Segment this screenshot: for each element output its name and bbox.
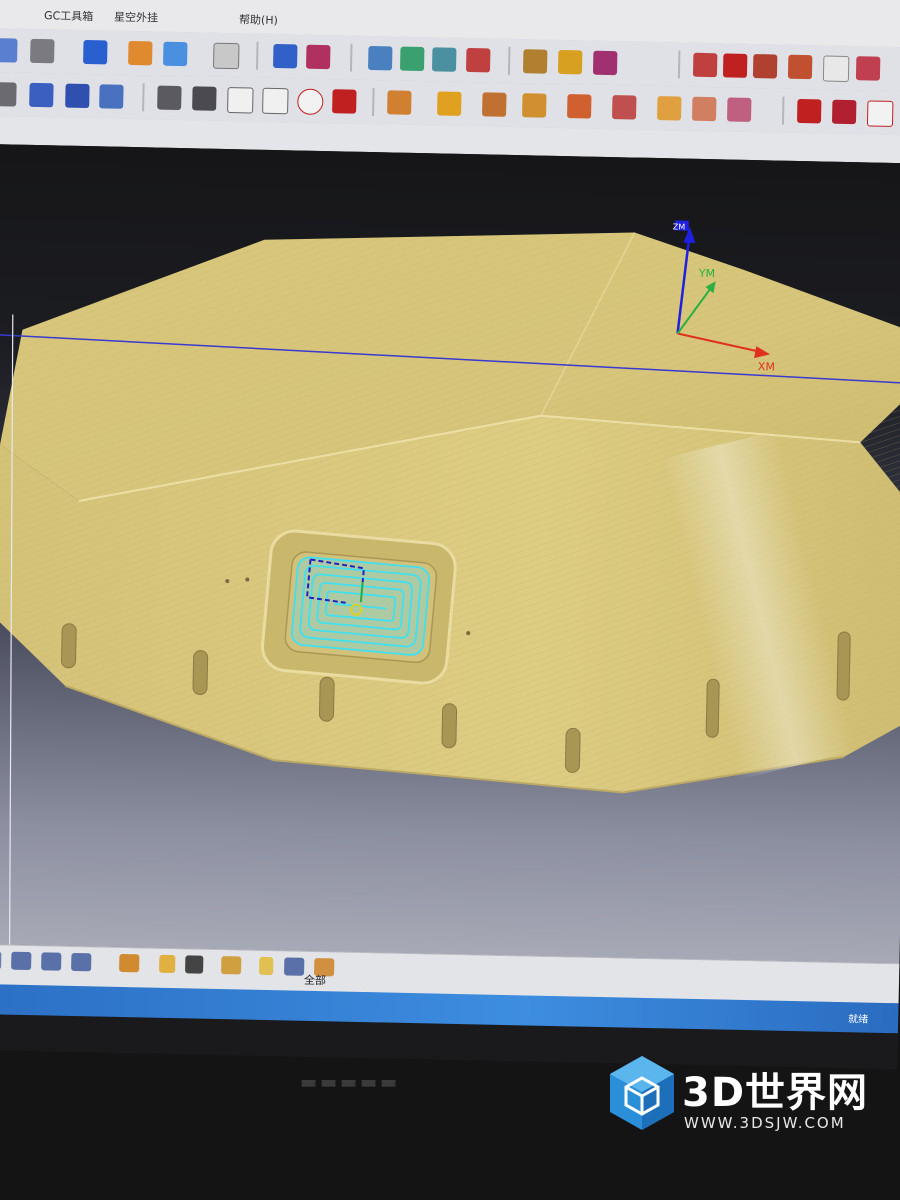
mill-flowcut-icon[interactable] <box>726 97 752 122</box>
cube-logo-icon <box>610 1056 674 1130</box>
menu-item-xingkong-plugin[interactable]: 星空外挂 <box>114 9 158 26</box>
monitor-brand-logo: ▬▬▬▬▬ <box>300 1072 401 1093</box>
assembly-icon[interactable] <box>367 45 393 71</box>
menu-item-gc-toolbox[interactable]: GC工具箱 <box>44 7 94 24</box>
selection-filter-label[interactable]: 全部 <box>304 972 326 988</box>
axis-label-z: ZM <box>673 222 686 231</box>
measure-icon[interactable] <box>465 47 491 73</box>
wrench-icon[interactable] <box>557 49 583 75</box>
mirror-icon[interactable] <box>399 46 425 72</box>
target-icon[interactable] <box>297 88 324 116</box>
point-icon[interactable] <box>159 954 176 974</box>
snap-icon[interactable] <box>41 952 62 971</box>
filter-icon[interactable] <box>11 951 32 971</box>
select-icon[interactable] <box>0 951 2 970</box>
edit-icon[interactable] <box>163 41 188 67</box>
mill-streamline-icon[interactable] <box>691 96 717 122</box>
curve-icon[interactable] <box>692 52 718 78</box>
mill-plunge-icon[interactable] <box>482 92 507 117</box>
mill-face-icon[interactable] <box>522 93 547 118</box>
step-icon[interactable] <box>192 86 217 111</box>
operation-icon[interactable] <box>29 82 54 108</box>
spline-icon[interactable] <box>787 54 813 80</box>
trim-icon[interactable] <box>855 56 881 81</box>
sheet-icon[interactable] <box>822 55 850 83</box>
cross-icon[interactable] <box>722 53 748 78</box>
watermark-title: 3D世界网 <box>682 1070 869 1116</box>
mill-zlevel-icon[interactable] <box>567 94 592 119</box>
paint-icon[interactable] <box>259 956 274 976</box>
mill-fixed-icon[interactable] <box>657 96 682 121</box>
revolve-icon[interactable] <box>306 44 331 70</box>
mill-cavity-icon[interactable] <box>387 90 412 115</box>
list-icon[interactable] <box>0 82 17 107</box>
line-icon[interactable] <box>796 98 822 124</box>
axis-label-y: YM <box>698 267 715 280</box>
tool-icon[interactable] <box>522 49 548 74</box>
layer-icon[interactable] <box>119 953 140 973</box>
monitor-screen: GC工具箱 星空外挂 帮助(H) XM YM ZM 全部 就绪 <box>0 0 900 1070</box>
watermark: 3D世界网 WWW.3DSJW.COM <box>602 1048 872 1148</box>
model-view: XM YM ZM <box>0 220 900 945</box>
graphics-viewport[interactable]: XM YM ZM <box>0 143 900 964</box>
brush-icon[interactable] <box>128 40 153 66</box>
frame-icon[interactable] <box>212 42 240 70</box>
verify-icon[interactable] <box>157 85 182 111</box>
extrude-icon[interactable] <box>273 43 298 69</box>
arc-icon[interactable] <box>752 54 778 79</box>
menu-item-help[interactable]: 帮助(H) <box>239 11 278 28</box>
path-icon[interactable] <box>332 89 357 114</box>
pattern-icon[interactable] <box>431 47 457 72</box>
program-icon[interactable] <box>65 83 90 109</box>
axis-label-x: XM <box>758 360 775 373</box>
shape-icon[interactable] <box>30 38 55 64</box>
wcs-icon[interactable] <box>284 957 305 976</box>
region-icon[interactable] <box>262 87 289 115</box>
mill-contour-icon[interactable] <box>437 91 462 116</box>
open-icon[interactable] <box>0 38 18 63</box>
watermark-url: WWW.3DSJW.COM <box>684 1114 846 1132</box>
clock-icon[interactable] <box>99 84 124 109</box>
grid-icon[interactable] <box>221 956 242 975</box>
rectangle-icon[interactable] <box>866 100 894 127</box>
toolpath-icon[interactable] <box>227 87 254 114</box>
cross-snap-icon[interactable] <box>185 955 204 974</box>
mill-corner-icon[interactable] <box>612 95 637 120</box>
status-text: 就绪 <box>848 1014 869 1026</box>
arc-tool-icon[interactable] <box>831 99 857 125</box>
pocket-feature <box>260 529 457 685</box>
cube-icon[interactable] <box>83 39 108 65</box>
view-icon[interactable] <box>71 952 92 972</box>
play-icon[interactable] <box>592 50 618 76</box>
